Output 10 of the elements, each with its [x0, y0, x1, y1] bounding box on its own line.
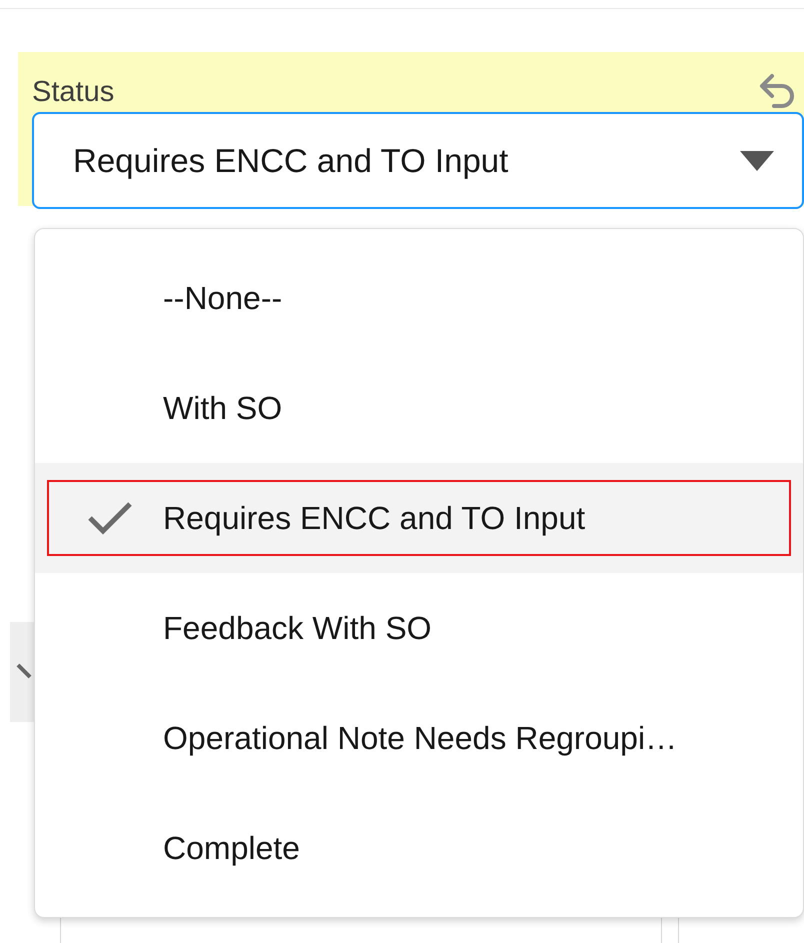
dropdown-option[interactable]: Operational Note Needs Regroupi…: [35, 683, 803, 793]
dropdown-option[interactable]: With SO: [35, 353, 803, 463]
field-label: Status: [32, 76, 114, 108]
dropdown-option[interactable]: Feedback With SO: [35, 573, 803, 683]
status-combobox[interactable]: Requires ENCC and TO Input: [32, 112, 804, 209]
side-tab[interactable]: [10, 622, 35, 722]
caret-icon: [740, 150, 774, 170]
dropdown-option[interactable]: --None--: [35, 243, 803, 353]
dropdown-option[interactable]: Complete: [35, 793, 803, 903]
dropdown-option[interactable]: Requires ENCC and TO Input: [35, 463, 803, 573]
